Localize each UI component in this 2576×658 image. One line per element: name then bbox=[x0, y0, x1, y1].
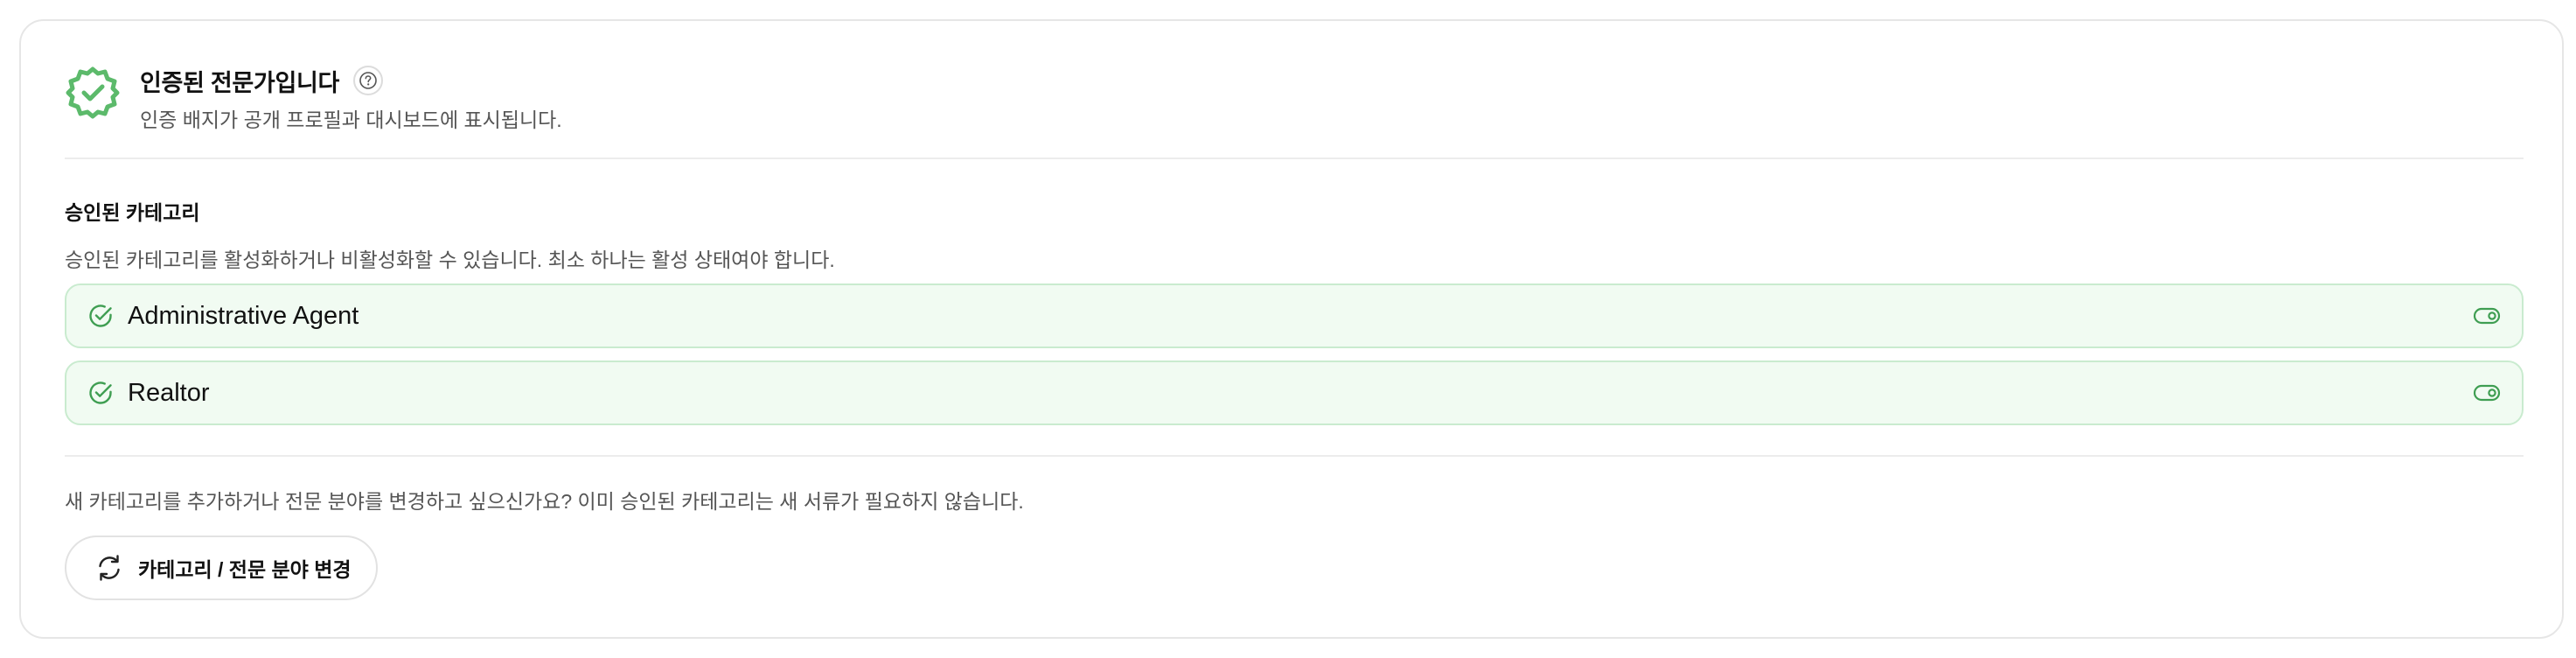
category-item-realtor[interactable]: Realtor bbox=[65, 360, 2524, 425]
category-label: Administrative Agent bbox=[128, 301, 359, 330]
change-prompt: 새 카테고리를 추가하거나 전문 분야를 변경하고 싶으신가요? 이미 승인된 … bbox=[65, 490, 1024, 513]
verification-subtitle: 인증 배지가 공개 프로필과 대시보드에 표시됩니다. bbox=[140, 108, 562, 131]
verification-card: 인증된 전문가입니다 인증 배지가 공개 프로필과 대시보드에 표시됩니다. 승… bbox=[19, 19, 2564, 639]
verified-badge-icon bbox=[66, 66, 120, 119]
change-button-label: 카테고리 / 전문 분야 변경 bbox=[138, 558, 352, 581]
section-divider bbox=[65, 455, 2524, 457]
toggle-on-icon[interactable] bbox=[2473, 304, 2501, 327]
check-circle-icon bbox=[89, 382, 112, 404]
toggle-on-icon[interactable] bbox=[2473, 382, 2501, 404]
verification-header: 인증된 전문가입니다 인증 배지가 공개 프로필과 대시보드에 표시됩니다. bbox=[65, 63, 562, 133]
change-category-button[interactable]: 카테고리 / 전문 분야 변경 bbox=[65, 536, 378, 600]
refresh-icon bbox=[99, 555, 120, 581]
help-circle-icon[interactable] bbox=[353, 66, 384, 95]
categories-title: 승인된 카테고리 bbox=[65, 201, 200, 224]
category-item-administrative-agent[interactable]: Administrative Agent bbox=[65, 284, 2524, 348]
check-circle-icon bbox=[89, 304, 112, 327]
category-label: Realtor bbox=[128, 378, 210, 407]
verification-title: 인증된 전문가입니다 bbox=[140, 69, 340, 96]
categories-description: 승인된 카테고리를 활성화하거나 비활성화할 수 있습니다. 최소 하나는 활성… bbox=[65, 248, 835, 271]
section-divider bbox=[65, 158, 2524, 159]
